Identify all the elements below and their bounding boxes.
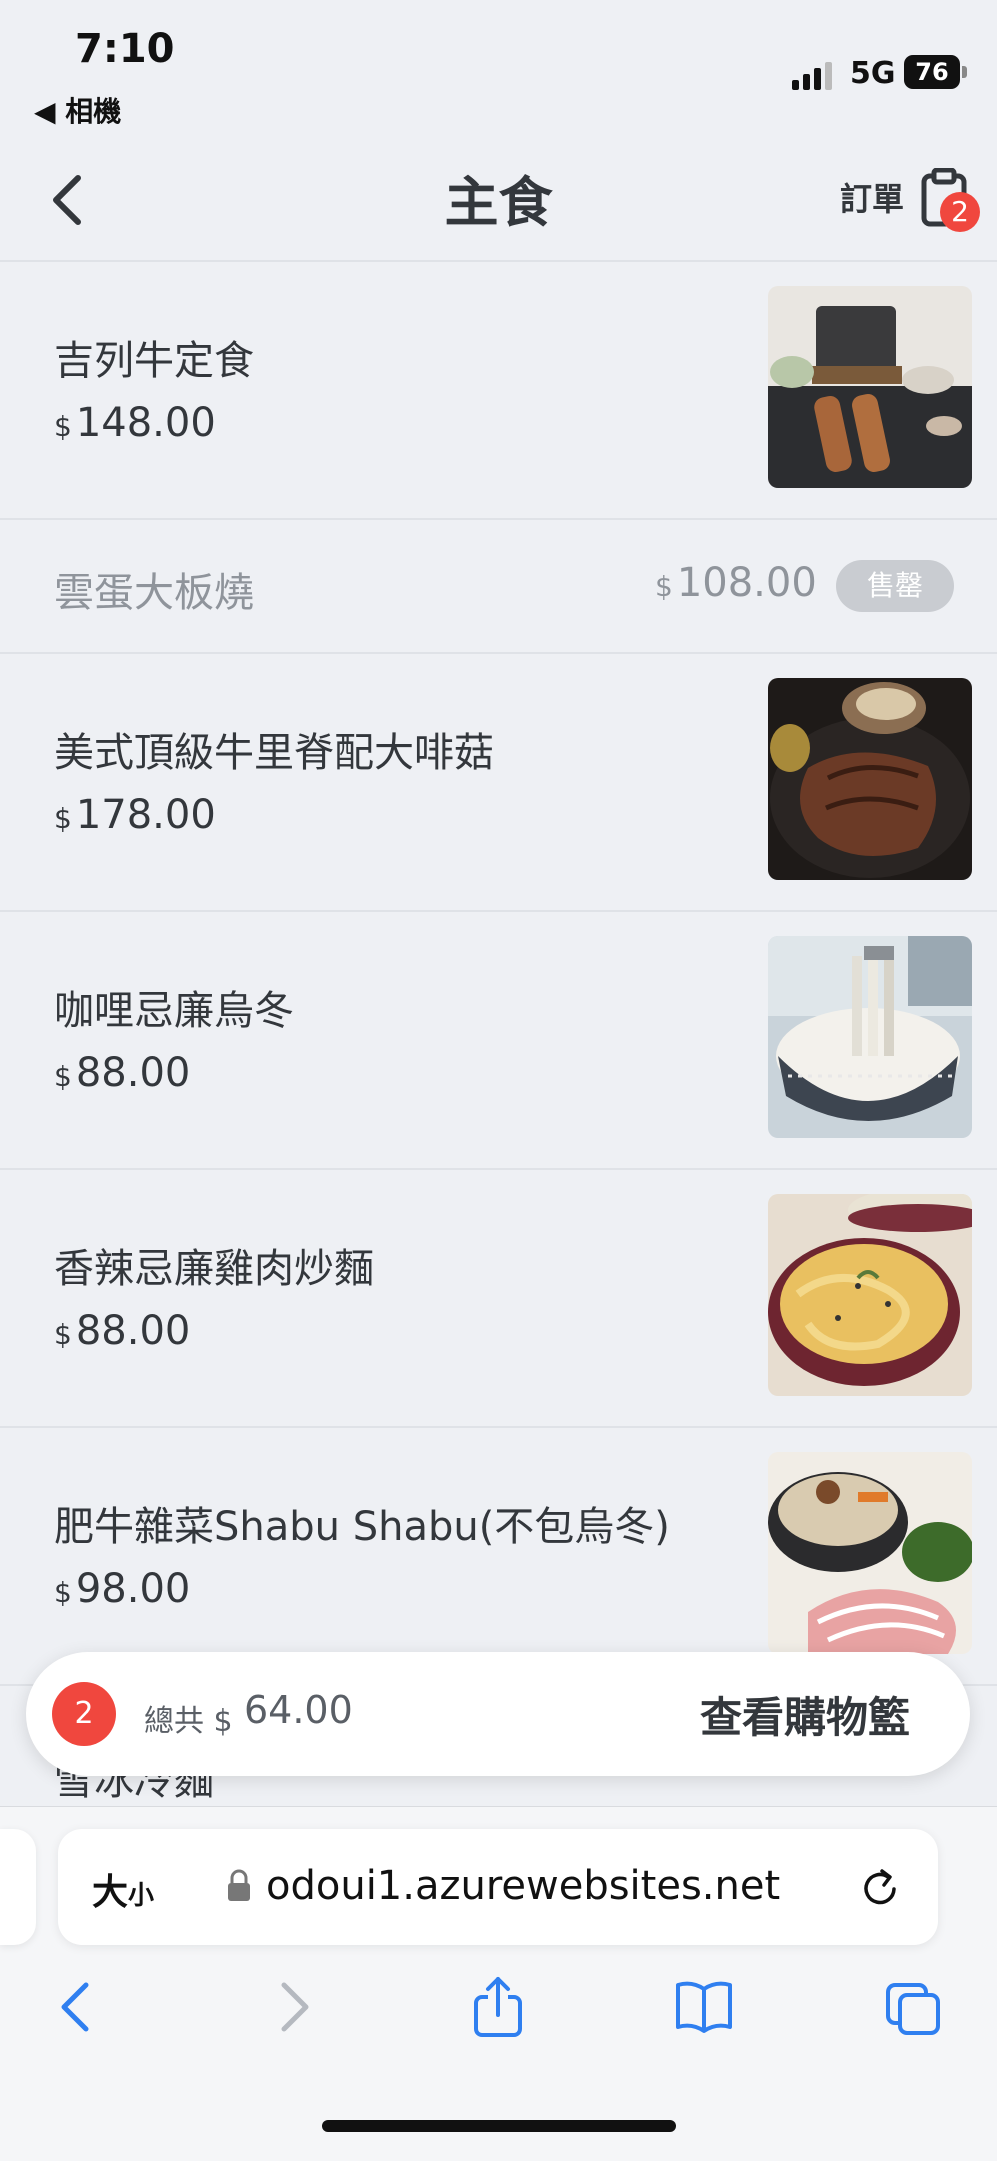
menu-item[interactable]: 吉列牛定食 $148.00 bbox=[0, 262, 997, 520]
cellular-signal-icon bbox=[792, 62, 832, 90]
sold-out-badge: 售罄 bbox=[836, 560, 954, 612]
menu-item-price: $148.00 bbox=[54, 400, 216, 446]
menu-item[interactable]: 咖哩忌廉烏冬 $88.00 bbox=[0, 912, 997, 1170]
cart-count-badge: 2 bbox=[52, 1682, 116, 1746]
menu-item-price: $88.00 bbox=[54, 1308, 191, 1354]
cart-total-label: 總共 $ bbox=[144, 1704, 233, 1739]
menu-item-sold-out: 雲蛋大板燒 $108.00 售罄 bbox=[0, 520, 997, 654]
cart-summary-bar[interactable]: 2 總共 $ 64.00 查看購物籃 bbox=[26, 1652, 970, 1776]
network-type: 5G bbox=[850, 56, 896, 91]
text-size-button[interactable]: 大小 bbox=[92, 1863, 154, 1915]
battery-icon: 76 bbox=[904, 55, 960, 89]
menu-item-name: 肥牛雜菜Shabu Shabu(不包烏冬) bbox=[54, 1504, 670, 1550]
food-photo bbox=[768, 1194, 972, 1396]
order-count-badge: 2 bbox=[940, 192, 980, 232]
menu-item-name: 美式頂級牛里脊配大啡菇 bbox=[54, 730, 494, 776]
status-bar: 7:10 ◀ 相機 5G 76 bbox=[0, 0, 997, 150]
menu-item[interactable]: 香辣忌廉雞肉炒麵 $88.00 bbox=[0, 1170, 997, 1428]
back-to-app-link[interactable]: ◀ 相機 bbox=[34, 90, 121, 130]
share-icon[interactable] bbox=[468, 1975, 528, 2039]
previous-tab-peek[interactable] bbox=[0, 1829, 36, 1945]
menu-item[interactable]: 美式頂級牛里脊配大啡菇 $178.00 bbox=[0, 654, 997, 912]
view-cart-button[interactable]: 查看購物籃 bbox=[700, 1684, 910, 1745]
bookmarks-icon[interactable] bbox=[674, 1975, 734, 2039]
home-indicator bbox=[322, 2120, 676, 2132]
menu-item-name: 香辣忌廉雞肉炒麵 bbox=[54, 1246, 374, 1292]
food-photo bbox=[768, 1452, 972, 1654]
order-label[interactable]: 訂單 bbox=[840, 174, 904, 220]
status-time: 7:10 bbox=[75, 26, 175, 72]
menu-item-name: 吉列牛定食 bbox=[54, 338, 254, 384]
menu-item-name: 雲蛋大板燒 bbox=[54, 570, 254, 616]
forward-arrow-icon[interactable] bbox=[262, 1975, 322, 2039]
menu-item-price: $178.00 bbox=[54, 792, 216, 838]
lock-icon bbox=[228, 1869, 250, 1901]
menu-item-price: $88.00 bbox=[54, 1050, 191, 1096]
food-photo bbox=[768, 678, 972, 880]
menu-item-price: $98.00 bbox=[54, 1566, 191, 1612]
back-arrow-icon[interactable] bbox=[48, 1975, 108, 2039]
menu-item-name: 咖哩忌廉烏冬 bbox=[54, 988, 294, 1034]
menu-list: 吉列牛定食 $148.00 雲蛋大板燒 $108.00 售罄 美式頂級牛里脊配大… bbox=[0, 262, 997, 1686]
battery-tip bbox=[962, 66, 967, 78]
nav-header: 主食 訂單 2 bbox=[0, 150, 997, 262]
menu-item[interactable]: 肥牛雜菜Shabu Shabu(不包烏冬) $98.00 bbox=[0, 1428, 997, 1686]
address-bar[interactable]: 大小 odoui1.azurewebsites.net bbox=[58, 1829, 938, 1945]
cart-total-value: 64.00 bbox=[244, 1688, 353, 1732]
reload-icon[interactable] bbox=[858, 1865, 902, 1911]
tabs-icon[interactable] bbox=[884, 1975, 944, 2039]
url-text[interactable]: odoui1.azurewebsites.net bbox=[266, 1863, 780, 1909]
food-photo bbox=[768, 286, 972, 488]
browser-toolbar: 大小 odoui1.azurewebsites.net bbox=[0, 1806, 997, 2161]
menu-item-price: $108.00 bbox=[655, 560, 817, 606]
food-photo bbox=[768, 936, 972, 1138]
